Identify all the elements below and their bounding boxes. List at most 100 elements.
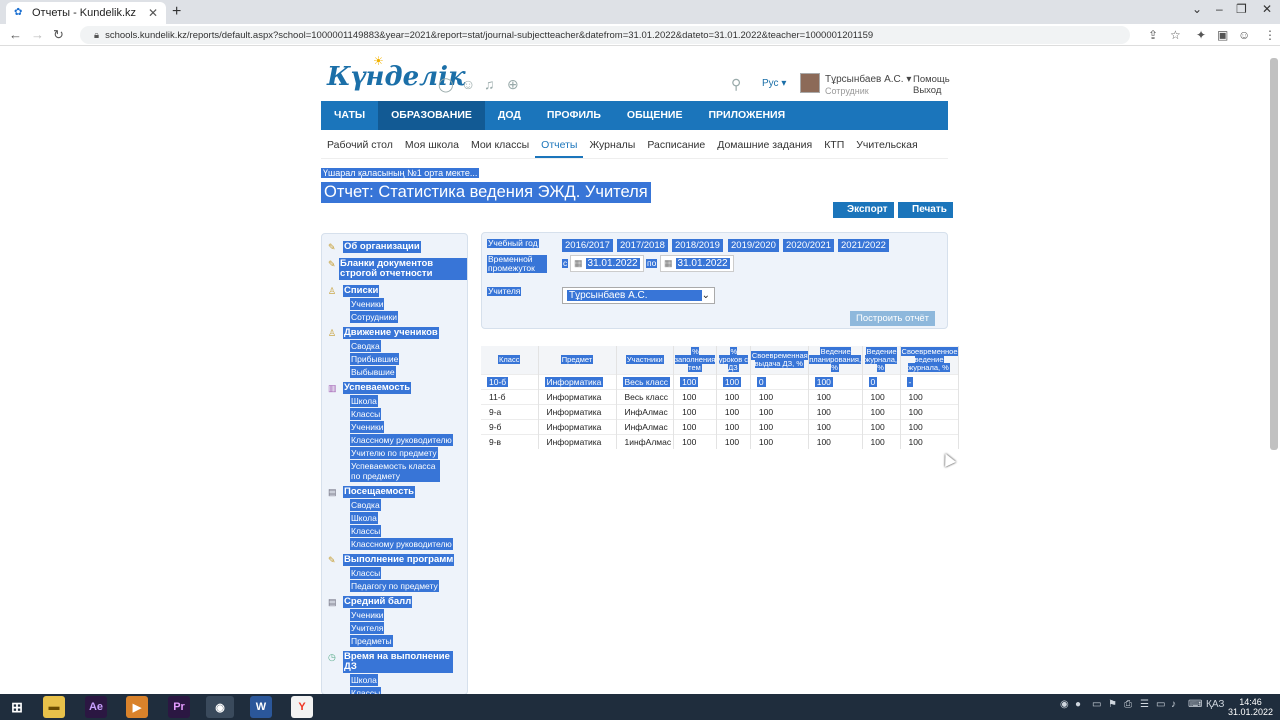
sidebar-link[interactable]: Предметы (350, 635, 393, 647)
teacher-select[interactable]: Тұрсынбаев А.С. ⌄ (562, 287, 715, 304)
cell-class[interactable]: 9-а (487, 407, 503, 417)
tray-wifi-icon[interactable]: ☰ (1140, 699, 1149, 710)
print-button[interactable]: Печать (898, 202, 953, 218)
tray-network-app-icon[interactable]: ▭ (1092, 699, 1101, 710)
sidebar-link[interactable]: Ученики (350, 298, 385, 310)
tab-close-icon[interactable]: ✕ (148, 6, 158, 20)
sidebar-link[interactable]: Успеваемость класса по предмету (350, 460, 440, 482)
calendar-icon[interactable]: ▦ (664, 258, 673, 269)
build-report-button[interactable]: Построить отчёт (850, 311, 936, 326)
word-icon[interactable]: W (250, 696, 272, 718)
sidebar-section-title[interactable]: Выполнение программ (343, 554, 455, 566)
sidebar-section-title[interactable]: Движение учеников (343, 327, 439, 339)
sidebar-section-title[interactable]: Бланки документов строгой отчетности (339, 258, 467, 280)
windows-start-icon[interactable]: ⊞ (6, 696, 28, 718)
system-clock[interactable]: 14:46 31.01.2022 (1228, 697, 1273, 717)
browser-tab[interactable]: ✿ Отчеты - Kundelik.kz ✕ (6, 2, 166, 24)
chat-icon[interactable]: ◯ (438, 76, 454, 93)
user-name[interactable]: Тұрсынбаев А.С. ▾ (825, 74, 911, 85)
date-from-field[interactable]: ▦ 31.01.2022 (570, 255, 644, 272)
sidebar-link[interactable]: Школа (350, 395, 378, 407)
nav-education[interactable]: ОБРАЗОВАНИЕ (378, 101, 485, 130)
tray-volume-icon[interactable]: ♪ (1171, 699, 1176, 710)
subnav-desktop[interactable]: Рабочий стол (321, 131, 399, 158)
column-header[interactable]: Своевременная выдача ДЗ, % (750, 350, 808, 368)
year-option-selected[interactable]: 2021/2022 (838, 239, 889, 252)
language-select[interactable]: Рус ▾ (762, 78, 786, 89)
premiere-icon[interactable]: Pr (168, 696, 190, 718)
file-explorer-icon[interactable]: ▬ (43, 696, 65, 718)
tray-display-icon[interactable]: ▭ (1156, 699, 1165, 710)
url-field[interactable]: 🔒︎ schools.kundelik.kz/reports/default.a… (80, 26, 1130, 44)
subnav-ktp[interactable]: КТП (818, 131, 850, 158)
input-language[interactable]: ҚАЗ (1206, 699, 1224, 710)
sidebar-link[interactable]: Сводка (350, 340, 381, 352)
sidebar-section-title[interactable]: Успеваемость (343, 382, 412, 394)
tray-keyboard-icon[interactable]: ⌨ (1188, 699, 1202, 710)
year-option[interactable]: 2020/2021 (783, 239, 834, 252)
export-button[interactable]: Экспорт (833, 202, 894, 218)
nav-dod[interactable]: ДОД (485, 101, 534, 130)
year-option[interactable]: 2017/2018 (617, 239, 668, 252)
reload-icon[interactable]: ↻ (53, 27, 64, 43)
bookmark-star-icon[interactable]: ☆ (1170, 28, 1181, 42)
tray-app-icon[interactable]: ● (1075, 699, 1081, 710)
column-header[interactable]: Ведение журнала, % (865, 346, 897, 372)
avatar[interactable] (800, 73, 820, 93)
chrome-icon[interactable]: ◉ (206, 696, 234, 718)
sidebar-section-title[interactable]: Списки (343, 285, 380, 297)
sidebar-section-title[interactable]: Средний балл (343, 596, 413, 608)
menu-dots-icon[interactable]: ⋮ (1264, 28, 1276, 42)
sidebar-link[interactable]: Школа (350, 674, 378, 686)
sidebar-link[interactable]: Школа (350, 512, 378, 524)
sidebar-link[interactable]: Выбывшие (350, 366, 396, 378)
sidebar-section-title[interactable]: Посещаемость (343, 486, 416, 498)
sidebar-link[interactable]: Классы (350, 408, 382, 420)
year-option[interactable]: 2016/2017 (562, 239, 613, 252)
sidebar-link[interactable]: Классному руководителю (350, 538, 453, 550)
globe-icon[interactable]: ⊕ (507, 76, 519, 93)
cell-class[interactable]: 9-б (487, 422, 503, 432)
nav-apps[interactable]: ПРИЛОЖЕНИЯ (695, 101, 798, 130)
cell-class[interactable]: 10-б (487, 376, 509, 387)
sidebar-link[interactable]: Сотрудники (350, 311, 399, 323)
tray-device-icon[interactable]: ⎙ (1124, 699, 1132, 710)
cell-class[interactable]: 9-в (487, 437, 503, 447)
user-icon[interactable]: ☺ (461, 76, 475, 92)
help-link[interactable]: Помощь (913, 74, 950, 85)
subnav-my-school[interactable]: Моя школа (399, 131, 465, 158)
subnav-my-classes[interactable]: Мои классы (465, 131, 535, 158)
share-icon[interactable]: ⇪ (1148, 28, 1158, 42)
nav-communication[interactable]: ОБЩЕНИЕ (614, 101, 696, 130)
column-header[interactable]: Предмет (560, 354, 594, 364)
sidebar-section-title[interactable]: Об организации (343, 241, 421, 253)
sidebar-link[interactable]: Классы (350, 525, 382, 537)
media-player-icon[interactable]: ▶ (126, 696, 148, 718)
extensions-icon[interactable]: ✦ (1196, 28, 1206, 42)
after-effects-icon[interactable]: Ae (85, 696, 107, 718)
year-option[interactable]: 2018/2019 (672, 239, 723, 252)
date-to-field[interactable]: ▦ 31.01.2022 (660, 255, 734, 272)
sidebar-section-title[interactable]: Время на выполнение ДЗ (343, 651, 453, 673)
back-icon[interactable]: ← (9, 27, 22, 42)
subnav-reports[interactable]: Отчеты (535, 131, 584, 158)
column-header[interactable]: Ведение планирования, % (809, 346, 862, 372)
nav-profile[interactable]: ПРОФИЛЬ (534, 101, 614, 130)
sidebar-link[interactable]: Ученики (350, 609, 385, 621)
logout-link[interactable]: Выход (913, 85, 950, 96)
column-header[interactable]: Класс (498, 354, 521, 364)
sidebar-icon[interactable]: ▣ (1217, 28, 1228, 42)
subnav-homework[interactable]: Домашние задания (711, 131, 818, 158)
minimize-icon[interactable]: – (1216, 2, 1223, 16)
sidebar-link[interactable]: Ученики (350, 421, 385, 433)
column-header[interactable]: % уроков с ДЗ (718, 346, 749, 372)
cell-class[interactable]: 11-б (487, 392, 508, 402)
tray-flag-icon[interactable]: ⚑ (1108, 699, 1117, 710)
sidebar-link[interactable]: Прибывшие (350, 353, 400, 365)
page-scrollbar[interactable] (1270, 58, 1278, 450)
nav-chats[interactable]: ЧАТЫ (321, 101, 378, 130)
subnav-journals[interactable]: Журналы (583, 131, 641, 158)
subnav-teachers-room[interactable]: Учительская (850, 131, 923, 158)
calendar-icon[interactable]: ▦ (574, 258, 583, 269)
new-tab-icon[interactable]: + (172, 3, 181, 21)
